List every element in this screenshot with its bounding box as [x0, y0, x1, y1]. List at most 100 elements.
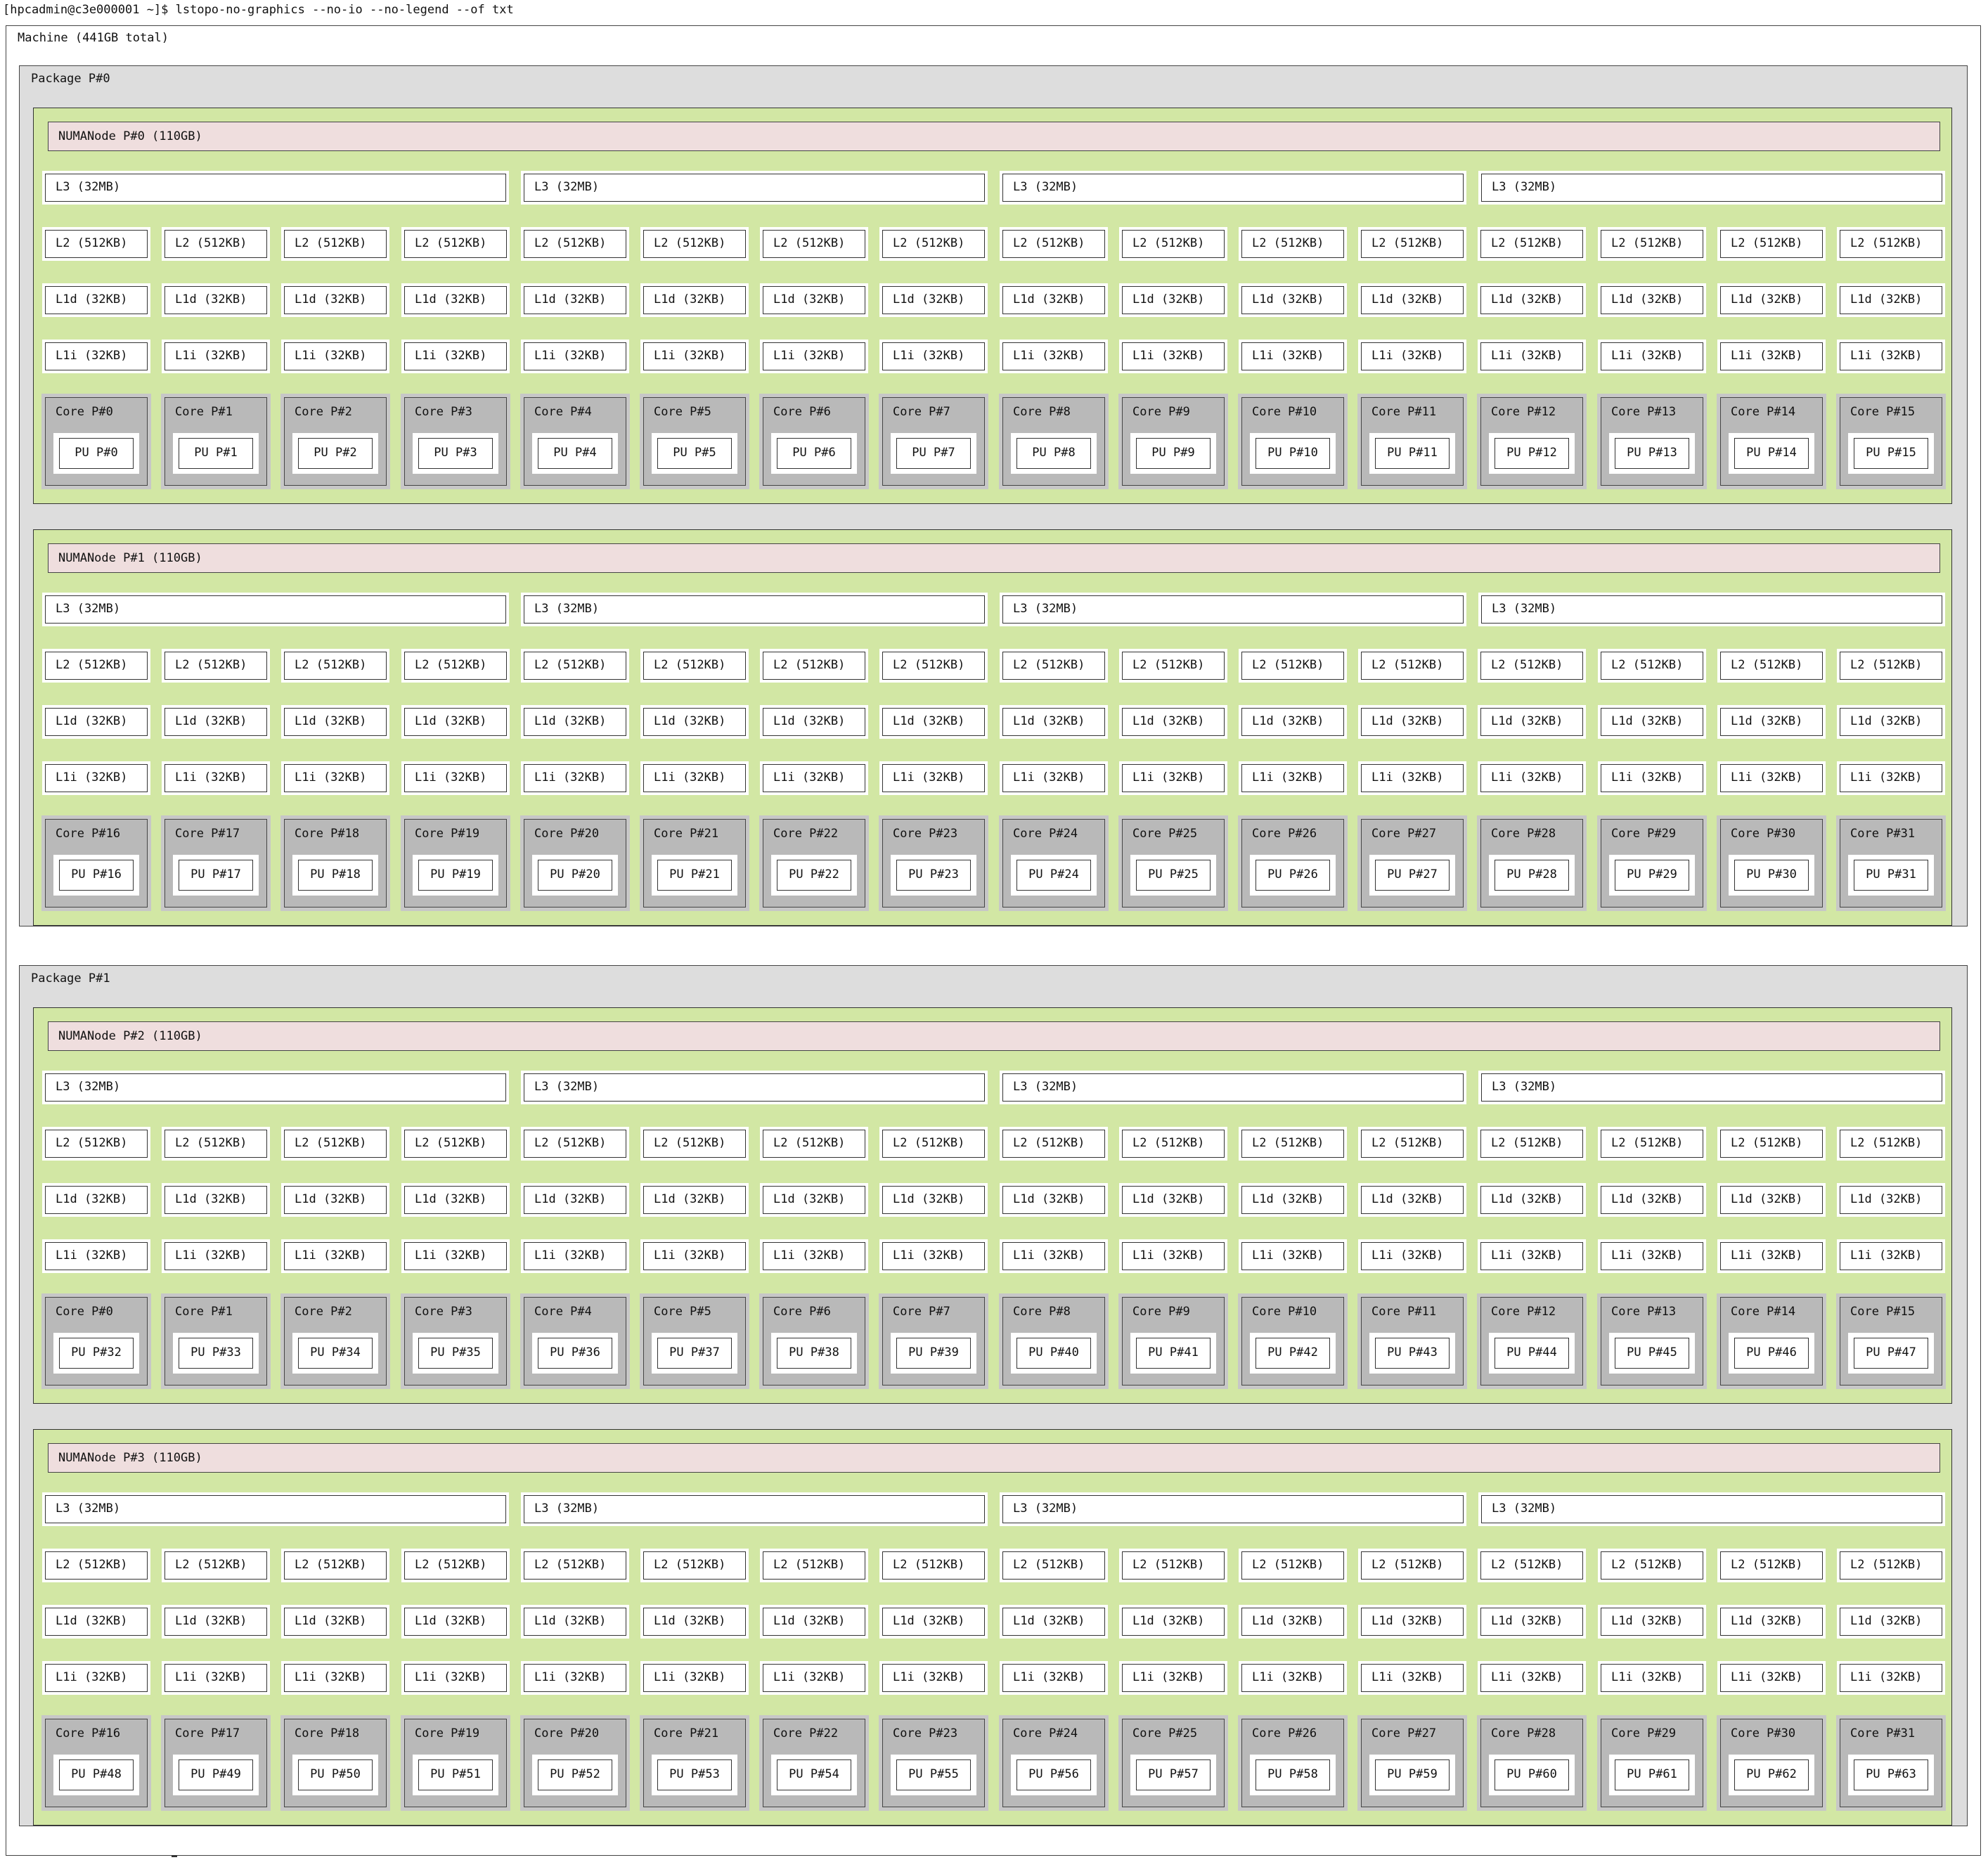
pu-box[interactable]: PU P#47 — [1854, 1338, 1928, 1369]
core-label: Core P#25 — [1132, 1726, 1198, 1740]
l1i-cache: L1i (32KB) — [1361, 1242, 1464, 1270]
pu-box[interactable]: PU P#26 — [1256, 860, 1330, 891]
l1i-cache: L1i (32KB) — [45, 1664, 148, 1692]
pu-box[interactable]: PU P#39 — [896, 1338, 971, 1369]
pu-box[interactable]: PU P#20 — [538, 860, 612, 891]
l1i-cache: L1i (32KB) — [524, 342, 626, 370]
l1d-cache: L1d (32KB) — [284, 286, 387, 314]
pu-box[interactable]: PU P#11 — [1375, 438, 1450, 469]
pu-box[interactable]: PU P#34 — [298, 1338, 373, 1369]
pu-box[interactable]: PU P#14 — [1734, 438, 1809, 469]
pu-box[interactable]: PU P#10 — [1256, 438, 1330, 469]
l1d-cache: L1d (32KB) — [1480, 1186, 1583, 1214]
pu-box[interactable]: PU P#24 — [1016, 860, 1091, 891]
pu-box[interactable]: PU P#32 — [59, 1338, 134, 1369]
pu-box[interactable]: PU P#50 — [298, 1759, 373, 1790]
l1d-cache: L1d (32KB) — [1720, 1608, 1823, 1636]
l1d-cache: L1d (32KB) — [1122, 708, 1225, 736]
pu-box[interactable]: PU P#33 — [179, 1338, 253, 1369]
pu-box[interactable]: PU P#43 — [1375, 1338, 1450, 1369]
pu-box[interactable]: PU P#15 — [1854, 438, 1928, 469]
pu-box[interactable]: PU P#7 — [896, 438, 971, 469]
pu-box[interactable]: PU P#37 — [657, 1338, 732, 1369]
l2-cache: L2 (512KB) — [763, 1130, 865, 1158]
l1i-cache: L1i (32KB) — [1480, 764, 1583, 792]
pu-box[interactable]: PU P#22 — [777, 860, 851, 891]
pu-box[interactable]: PU P#51 — [418, 1759, 493, 1790]
pu-box[interactable]: PU P#52 — [538, 1759, 612, 1790]
pu-box[interactable]: PU P#23 — [896, 860, 971, 891]
l2-cache: L2 (512KB) — [164, 652, 267, 680]
pu-box[interactable]: PU P#57 — [1136, 1759, 1211, 1790]
pu-box[interactable]: PU P#25 — [1136, 860, 1211, 891]
pu-box[interactable]: PU P#16 — [59, 860, 134, 891]
pu-box[interactable]: PU P#60 — [1495, 1759, 1569, 1790]
pu-box[interactable]: PU P#18 — [298, 860, 373, 891]
pu-box[interactable]: PU P#3 — [418, 438, 493, 469]
pu-box[interactable]: PU P#27 — [1375, 860, 1450, 891]
pu-box[interactable]: PU P#4 — [538, 438, 612, 469]
pu-box[interactable]: PU P#46 — [1734, 1338, 1809, 1369]
l1i-cache: L1i (32KB) — [763, 1242, 865, 1270]
pu-box[interactable]: PU P#12 — [1495, 438, 1569, 469]
pu-box[interactable]: PU P#42 — [1256, 1338, 1330, 1369]
pu-box[interactable]: PU P#45 — [1615, 1338, 1689, 1369]
pu-box[interactable]: PU P#63 — [1854, 1759, 1928, 1790]
pu-box[interactable]: PU P#9 — [1136, 438, 1211, 469]
l1d-cache: L1d (32KB) — [882, 708, 985, 736]
pu-box[interactable]: PU P#56 — [1016, 1759, 1091, 1790]
pu-box[interactable]: PU P#35 — [418, 1338, 493, 1369]
pu-box[interactable]: PU P#21 — [657, 860, 732, 891]
l2-cache: L2 (512KB) — [1122, 1551, 1225, 1580]
l3-cache: L3 (32MB) — [524, 174, 985, 202]
l1i-cache: L1i (32KB) — [1002, 764, 1105, 792]
pu-box[interactable]: PU P#0 — [59, 438, 134, 469]
pu-box[interactable]: PU P#29 — [1615, 860, 1689, 891]
numa-node-label: NUMANode P#3 (110GB) — [48, 1443, 1940, 1473]
l1i-cache: L1i (32KB) — [763, 342, 865, 370]
pu-box[interactable]: PU P#62 — [1734, 1759, 1809, 1790]
pu-box[interactable]: PU P#55 — [896, 1759, 971, 1790]
pu-box[interactable]: PU P#13 — [1615, 438, 1689, 469]
pu-box[interactable]: PU P#48 — [59, 1759, 134, 1790]
pu-box[interactable]: PU P#41 — [1136, 1338, 1211, 1369]
pu-box[interactable]: PU P#28 — [1495, 860, 1569, 891]
pu-box[interactable]: PU P#30 — [1734, 860, 1809, 891]
l2-cache: L2 (512KB) — [164, 1130, 267, 1158]
l1d-cache: L1d (32KB) — [1002, 1186, 1105, 1214]
l1d-cache: L1d (32KB) — [1601, 1608, 1703, 1636]
pu-box[interactable]: PU P#38 — [777, 1338, 851, 1369]
l2-cache: L2 (512KB) — [45, 230, 148, 258]
pu-box[interactable]: PU P#53 — [657, 1759, 732, 1790]
pu-box[interactable]: PU P#40 — [1016, 1338, 1091, 1369]
l1d-cache: L1d (32KB) — [1480, 708, 1583, 736]
pu-box[interactable]: PU P#31 — [1854, 860, 1928, 891]
l3-cache: L3 (32MB) — [524, 1073, 985, 1102]
l2-cache: L2 (512KB) — [1122, 1130, 1225, 1158]
pu-box[interactable]: PU P#54 — [777, 1759, 851, 1790]
pu-box[interactable]: PU P#36 — [538, 1338, 612, 1369]
l1i-cache: L1i (32KB) — [524, 1242, 626, 1270]
pu-box[interactable]: PU P#19 — [418, 860, 493, 891]
pu-box[interactable]: PU P#5 — [657, 438, 732, 469]
l2-cache: L2 (512KB) — [1720, 230, 1823, 258]
l1d-cache: L1d (32KB) — [1601, 1186, 1703, 1214]
pu-box[interactable]: PU P#6 — [777, 438, 851, 469]
l2-cache: L2 (512KB) — [1241, 652, 1344, 680]
pu-box[interactable]: PU P#8 — [1016, 438, 1091, 469]
l1i-cache: L1i (32KB) — [1480, 342, 1583, 370]
pu-box[interactable]: PU P#61 — [1615, 1759, 1689, 1790]
l1i-cache: L1i (32KB) — [1601, 1664, 1703, 1692]
pu-box[interactable]: PU P#59 — [1375, 1759, 1450, 1790]
l3-cache: L3 (32MB) — [45, 1495, 506, 1523]
l2-cache: L2 (512KB) — [882, 1130, 985, 1158]
l1i-cache: L1i (32KB) — [404, 342, 507, 370]
pu-box[interactable]: PU P#1 — [179, 438, 253, 469]
l1d-cache: L1d (32KB) — [164, 708, 267, 736]
pu-box[interactable]: PU P#58 — [1256, 1759, 1330, 1790]
pu-box[interactable]: PU P#2 — [298, 438, 373, 469]
pu-box[interactable]: PU P#49 — [179, 1759, 253, 1790]
core-label: Core P#27 — [1371, 1726, 1437, 1740]
pu-box[interactable]: PU P#44 — [1495, 1338, 1569, 1369]
pu-box[interactable]: PU P#17 — [179, 860, 253, 891]
